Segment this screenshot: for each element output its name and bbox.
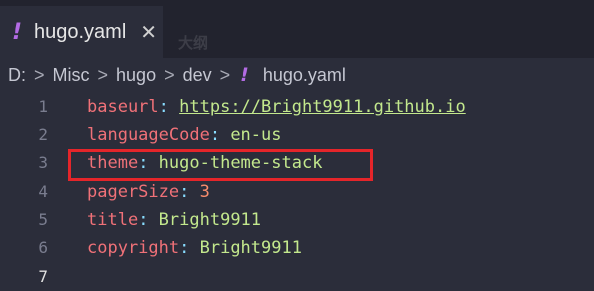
code-line-1[interactable]: 1 baseurl: https://Bright9911.github.io [0, 92, 594, 121]
code-editor: ! hugo.yaml ✕ 大纲 D: > Misc > hugo > dev … [0, 0, 594, 291]
code-line-5[interactable]: 5 title: Bright9911 [0, 205, 594, 234]
breadcrumb-item-misc[interactable]: Misc [53, 65, 90, 86]
yaml-exclamation-icon: ! [12, 19, 23, 45]
yaml-value: en-us [230, 124, 282, 145]
breadcrumb-separator: > [164, 64, 175, 85]
line-number: 6 [38, 238, 48, 257]
breadcrumb-item-dev[interactable]: dev [183, 65, 212, 86]
code-line-4[interactable]: 4 pagerSize: 3 [0, 177, 594, 206]
line-number: 1 [38, 97, 48, 116]
breadcrumb-separator: > [97, 64, 109, 85]
yaml-value: Bright9911 [158, 209, 262, 230]
yaml-key: title [87, 209, 139, 230]
yaml-key: pagerSize [87, 181, 180, 202]
yaml-value: Bright9911 [199, 237, 302, 258]
tab-hugo-yaml[interactable]: ! hugo.yaml ✕ [0, 6, 163, 58]
code-line-6[interactable]: 6 copyright: Bright9911 [0, 233, 594, 262]
tab-bar: ! hugo.yaml ✕ 大纲 [0, 0, 594, 58]
line-number: 4 [38, 182, 48, 201]
yaml-exclamation-icon: ! [240, 64, 249, 86]
breadcrumb-separator: > [34, 64, 45, 85]
highlight-annotation-box [68, 149, 373, 181]
code-line-7[interactable]: 7 [0, 262, 594, 291]
yaml-key: languageCode [87, 124, 210, 145]
code-line-2[interactable]: 2 languageCode: en-us [0, 120, 594, 149]
line-number: 3 [38, 153, 48, 172]
yaml-key: baseurl [87, 96, 159, 117]
breadcrumb-item-file[interactable]: hugo.yaml [263, 65, 346, 86]
close-icon[interactable]: ✕ [140, 20, 157, 44]
line-number: 2 [38, 125, 48, 144]
breadcrumb-item-hugo[interactable]: hugo [116, 65, 156, 86]
line-number: 7 [38, 267, 48, 286]
yaml-key: copyright [87, 237, 180, 258]
breadcrumb: D: > Misc > hugo > dev > ! hugo.yaml [0, 58, 594, 92]
breadcrumb-item-drive[interactable]: D: [8, 65, 26, 86]
breadcrumb-separator: > [219, 64, 231, 85]
yaml-value-url[interactable]: https://Bright9911.github.io [179, 97, 466, 117]
tab-label: hugo.yaml [34, 20, 127, 43]
background-outline-title: 大纲 [178, 34, 209, 52]
line-number: 5 [38, 210, 48, 229]
code-area[interactable]: 1 baseurl: https://Bright9911.github.io … [0, 92, 594, 291]
yaml-value-number: 3 [199, 181, 210, 202]
